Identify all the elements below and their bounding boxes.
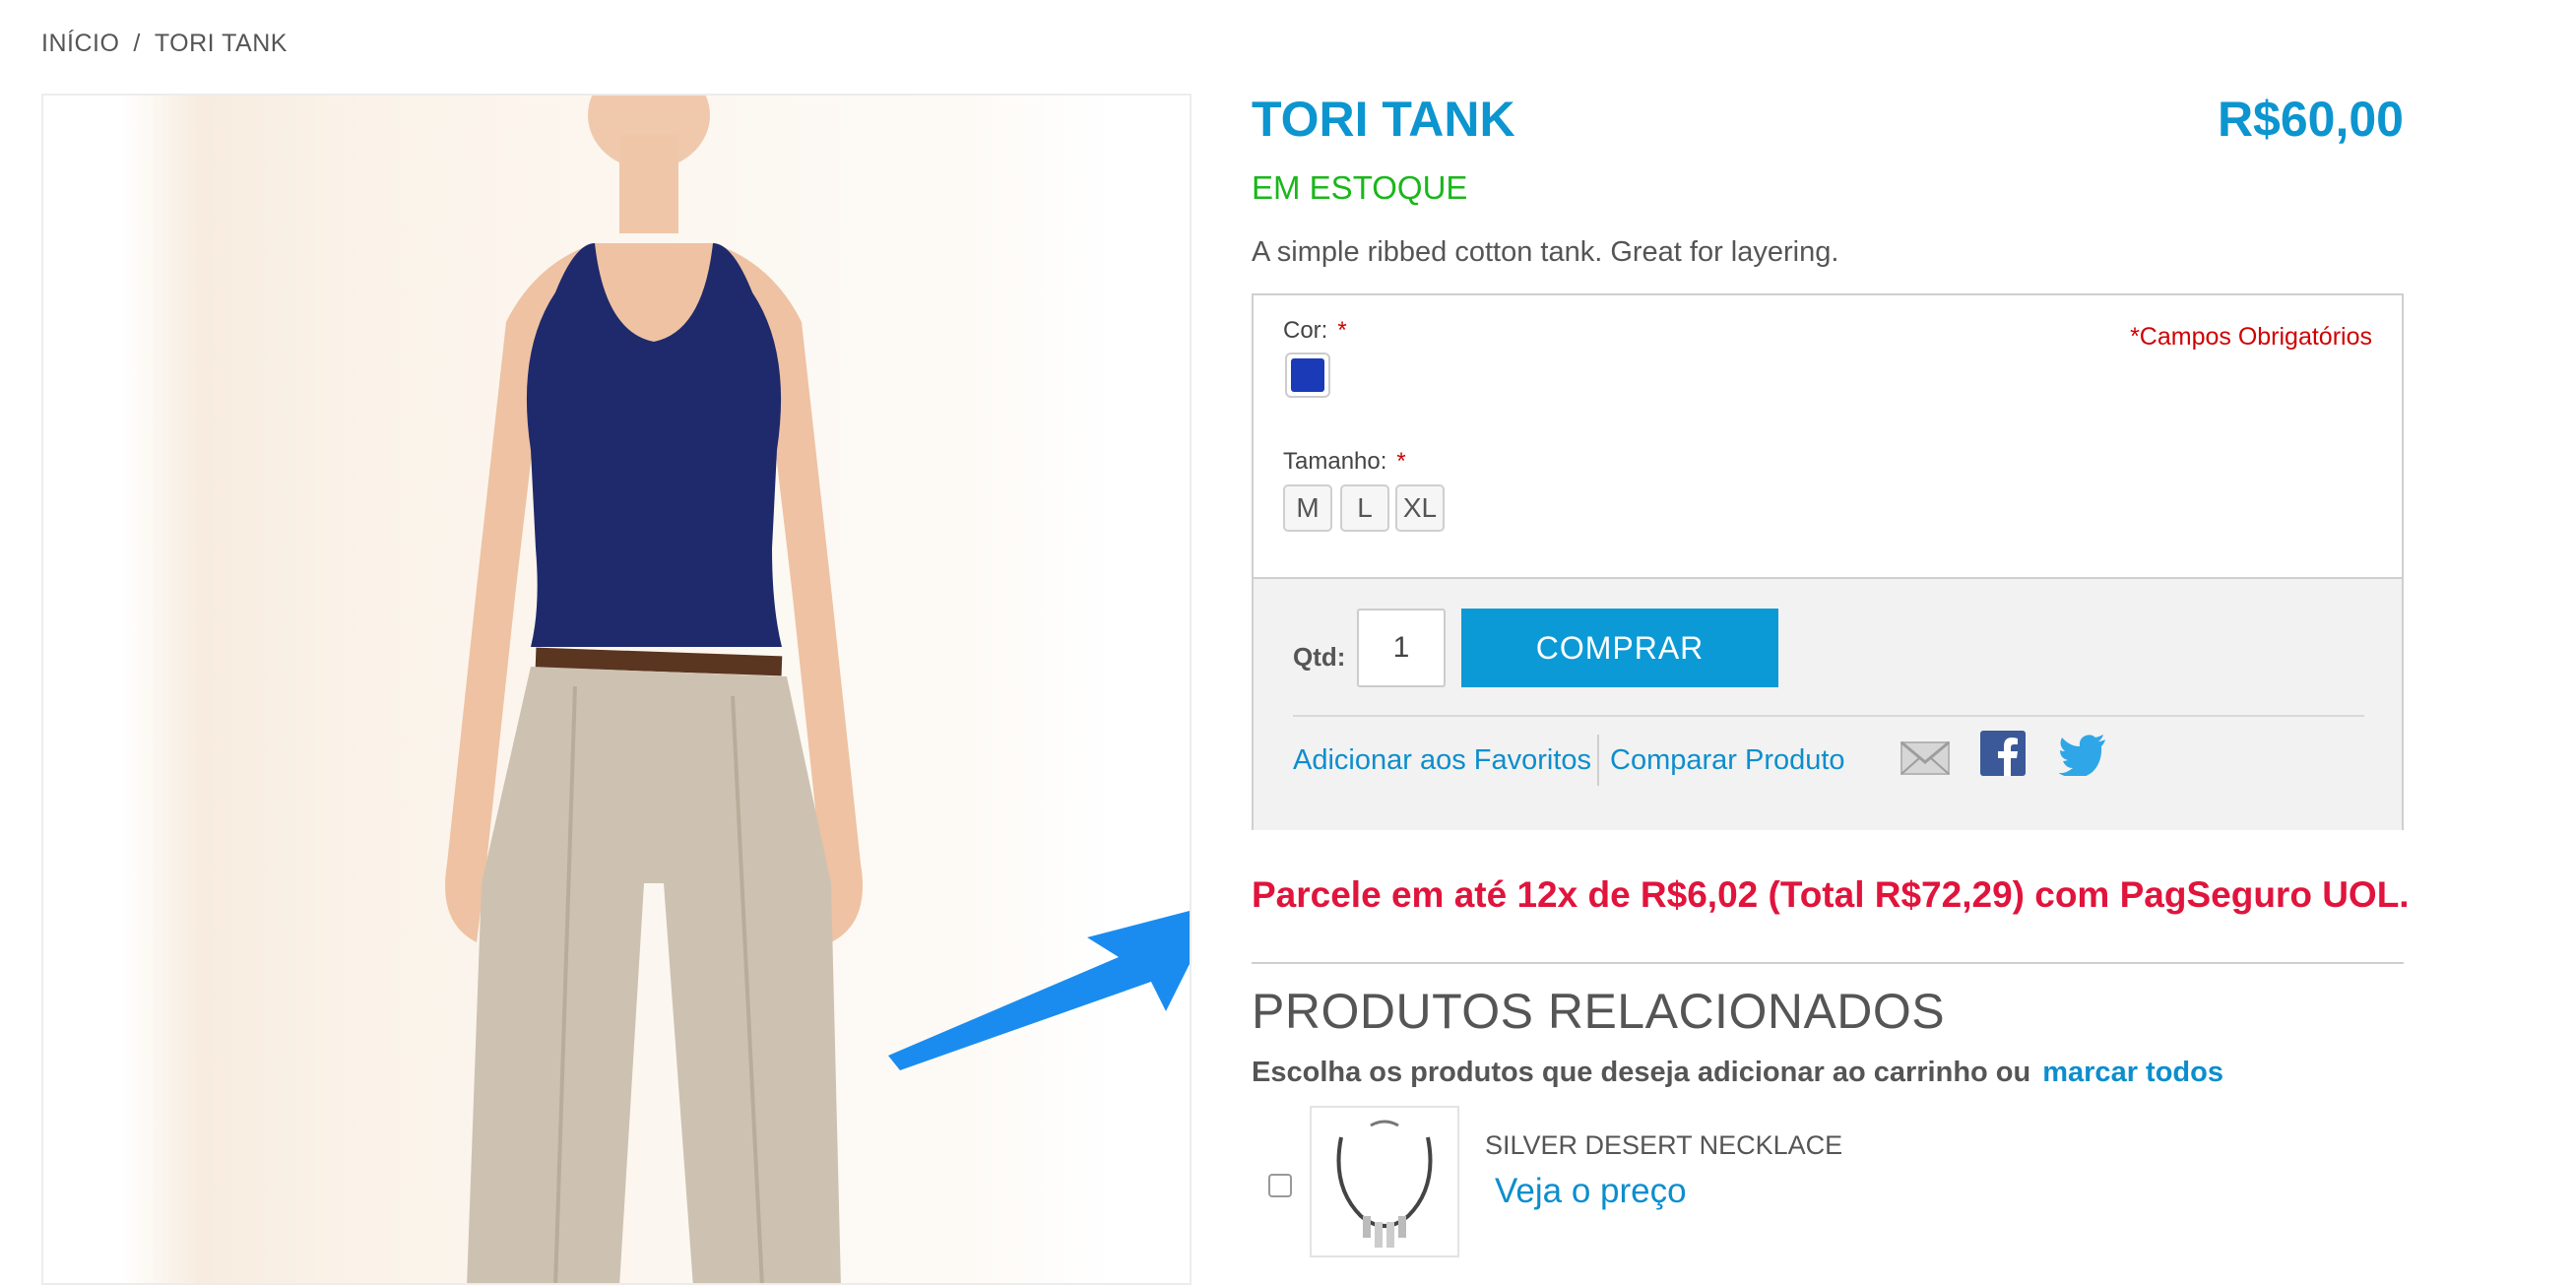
necklace-image — [1336, 1120, 1433, 1248]
qty-label: Qtd: — [1293, 642, 1346, 672]
size-option-xl[interactable]: XL — [1395, 484, 1445, 532]
twitter-icon[interactable] — [2059, 735, 2106, 776]
related-products-subtitle: Escolha os produtos que deseja adicionar… — [1252, 1057, 2223, 1089]
breadcrumb: INÍCIO / TORI TANK — [41, 30, 288, 58]
select-all-link[interactable]: marcar todos — [2042, 1057, 2223, 1088]
related-products-title: PRODUTOS RELACIONADOS — [1252, 984, 1946, 1039]
email-icon[interactable] — [1900, 733, 1951, 784]
link-separator — [1597, 735, 1599, 786]
options-section: Cor: * *Campos Obrigatórios Tamanho: * M L… — [1254, 295, 2402, 579]
size-label-text: Tamanho: — [1283, 448, 1387, 475]
color-label-text: Cor: — [1283, 317, 1328, 344]
product-options-box: Cor: * *Campos Obrigatórios Tamanho: * M L… — [1252, 293, 2404, 830]
required-fields-note: *Campos Obrigatórios — [2130, 323, 2372, 351]
related-subtitle-text: Escolha os produtos que deseja adicionar… — [1252, 1057, 2031, 1088]
related-item-name[interactable]: SILVER DESERT NECKLACE — [1485, 1130, 1842, 1161]
qty-input[interactable]: 1 — [1357, 609, 1446, 687]
breadcrumb-current: TORI TANK — [154, 30, 288, 57]
product-price: R$60,00 — [2217, 92, 2404, 147]
size-label: Tamanho: * — [1283, 448, 1406, 476]
product-description: A simple ribbed cotton tank. Great for l… — [1252, 236, 1839, 268]
related-item-checkbox[interactable] — [1268, 1174, 1292, 1197]
section-divider — [1252, 962, 2404, 964]
divider — [1293, 715, 2364, 717]
product-photo[interactable] — [43, 96, 1191, 1285]
size-option-l[interactable]: L — [1340, 484, 1389, 532]
add-to-cart-section: Qtd: 1 COMPRAR Adicionar aos Favoritos C… — [1254, 579, 2402, 830]
buy-button[interactable]: COMPRAR — [1461, 609, 1778, 687]
add-to-wishlist-link[interactable]: Adicionar aos Favoritos — [1293, 744, 1591, 777]
color-swatch-blue[interactable] — [1285, 353, 1330, 398]
size-option-m[interactable]: M — [1283, 484, 1332, 532]
product-image-frame[interactable] — [41, 94, 1191, 1285]
color-swatch-fill — [1291, 358, 1324, 392]
related-item-price-link[interactable]: Veja o preço — [1495, 1172, 1687, 1211]
required-marker: * — [1396, 448, 1406, 475]
breadcrumb-home-link[interactable]: INÍCIO — [41, 30, 119, 57]
related-item-thumbnail[interactable] — [1310, 1106, 1459, 1257]
installment-promo: Parcele em até 12x de R$6,02 (Total R$72… — [1252, 874, 2410, 915]
required-marker: * — [1337, 317, 1347, 344]
breadcrumb-separator: / — [133, 30, 141, 57]
facebook-icon[interactable] — [1980, 731, 2026, 776]
compare-product-link[interactable]: Comparar Produto — [1610, 744, 1845, 777]
stock-status: EM ESTOQUE — [1252, 169, 1468, 206]
color-label: Cor: * — [1283, 317, 1347, 345]
product-title: TORI TANK — [1252, 92, 1515, 147]
